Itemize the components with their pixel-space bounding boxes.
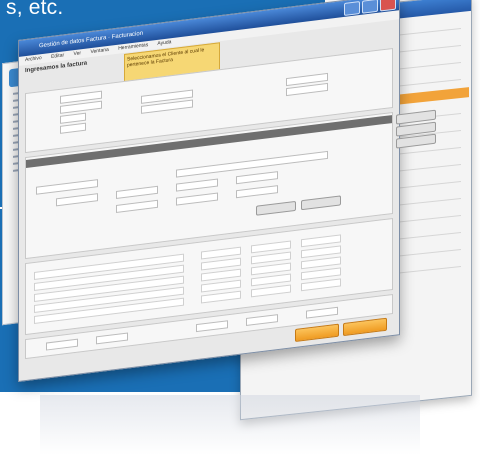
input-field[interactable] <box>60 122 86 134</box>
cancel-button[interactable] <box>343 317 387 337</box>
amount-column <box>251 237 291 300</box>
input-field[interactable] <box>176 192 218 206</box>
amount-cell[interactable] <box>251 284 291 298</box>
amount-cell[interactable] <box>201 290 241 304</box>
menu-item[interactable]: Ventana <box>90 47 108 55</box>
minimize-icon[interactable] <box>344 1 360 16</box>
invoice-window: Gestión de datos Factura · Facturacion A… <box>18 0 436 383</box>
amount-column <box>201 244 241 307</box>
total-field[interactable] <box>246 314 278 327</box>
promo-caption: s, etc. <box>6 0 64 19</box>
total-field[interactable] <box>196 320 228 333</box>
menu-item[interactable]: Ayuda <box>157 39 171 47</box>
close-icon[interactable] <box>380 0 396 12</box>
total-field[interactable] <box>46 338 78 351</box>
total-field[interactable] <box>96 332 128 345</box>
menu-item[interactable]: Archivo <box>25 55 42 63</box>
input-field[interactable] <box>236 171 278 185</box>
action-button[interactable] <box>256 200 296 216</box>
action-button[interactable] <box>301 195 341 211</box>
items-list <box>34 251 184 327</box>
amount-column <box>301 231 341 294</box>
input-field[interactable] <box>116 199 158 213</box>
input-field[interactable] <box>236 185 278 199</box>
input-field[interactable] <box>176 178 218 192</box>
total-field[interactable] <box>306 306 338 319</box>
input-field[interactable] <box>56 193 98 207</box>
menu-item[interactable]: Editar <box>51 52 64 60</box>
save-button[interactable] <box>295 323 339 342</box>
input-field[interactable] <box>116 185 158 199</box>
menu-item[interactable]: Ver <box>74 50 82 57</box>
input-field[interactable] <box>36 179 98 195</box>
maximize-icon[interactable] <box>362 0 378 14</box>
reflection <box>40 395 420 455</box>
amount-cell[interactable] <box>301 278 341 292</box>
